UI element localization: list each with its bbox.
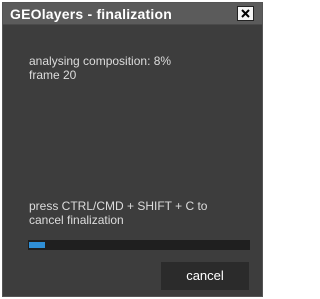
cancel-button[interactable]: cancel — [161, 262, 249, 290]
cancel-hint-line-1: press CTRL/CMD + SHIFT + C to — [29, 199, 208, 213]
frame-counter: frame 20 — [29, 68, 77, 82]
analysing-status: analysing composition: 8% — [29, 54, 172, 68]
finalization-dialog: GEOlayers - finalization analysing compo… — [2, 2, 263, 297]
close-icon — [241, 9, 250, 18]
title-bar[interactable]: GEOlayers - finalization — [3, 3, 262, 25]
cancel-hint-line-2: cancel finalization — [29, 213, 124, 227]
progress-bar — [28, 240, 250, 250]
progress-fill — [29, 242, 45, 248]
window-title: GEOlayers - finalization — [10, 6, 172, 22]
close-button[interactable] — [237, 6, 254, 21]
